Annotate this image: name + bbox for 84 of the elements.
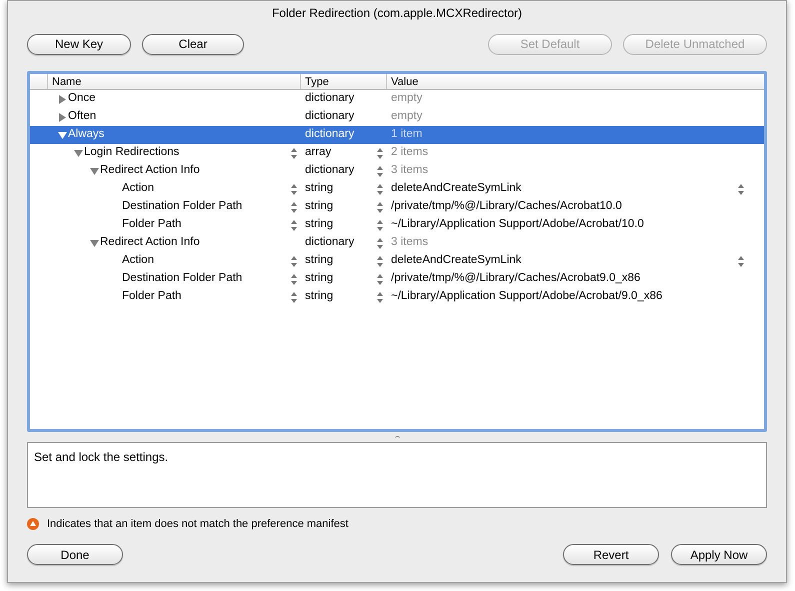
key-name: Destination Folder Path	[122, 271, 242, 286]
key-value: 2 items	[391, 145, 428, 160]
key-value: empty	[391, 91, 422, 106]
key-name: Folder Path	[122, 289, 182, 304]
outline-row[interactable]: Redirect Action Info dictionary 3 items	[30, 162, 764, 180]
type-stepper[interactable]	[377, 202, 383, 212]
column-header[interactable]: Value	[387, 74, 764, 89]
key-name: Once	[68, 91, 96, 106]
outline-row[interactable]: Action string deleteAndCreateSymLink	[30, 252, 764, 270]
value-popup[interactable]	[738, 256, 744, 266]
push-button[interactable]: New Key	[27, 34, 131, 54]
key-value: ~/Library/Application Support/Adobe/Acrobat/9.0_x86	[391, 289, 662, 304]
outline-row[interactable]: Always dictionary 1 item	[30, 126, 764, 144]
type-stepper[interactable]	[377, 148, 383, 158]
key-type: string	[305, 289, 334, 304]
column-header[interactable]: Type	[301, 74, 387, 89]
name-stepper[interactable]	[291, 202, 297, 212]
key-name: Action	[122, 253, 154, 268]
outline-row[interactable]: Redirect Action Info dictionary 3 items	[30, 234, 764, 252]
key-value: 1 item	[391, 127, 422, 142]
outline-row[interactable]: Folder Path string ~/Library/Application Support/Adobe/Acrobat/9.0_x86	[30, 288, 764, 306]
type-stepper[interactable]	[377, 292, 383, 302]
outline-row[interactable]: Often dictionary empty	[30, 108, 764, 126]
name-stepper[interactable]	[291, 184, 297, 194]
key-type: string	[305, 253, 334, 268]
description-text: Set and lock the settings.	[34, 450, 168, 464]
key-value: deleteAndCreateSymLink	[391, 253, 522, 268]
key-name: Always	[68, 127, 104, 142]
key-name: Action	[122, 181, 154, 196]
type-stepper[interactable]	[377, 238, 383, 248]
key-value: 3 items	[391, 163, 428, 178]
key-name: Redirect Action Info	[100, 235, 200, 250]
outline-row[interactable]: Action string deleteAndCreateSymLink	[30, 180, 764, 198]
disclosure-triangle-icon[interactable]	[58, 94, 67, 104]
disclosure-triangle-icon[interactable]	[90, 166, 99, 176]
key-value: empty	[391, 109, 422, 124]
key-value: /private/tmp/%@/Library/Caches/Acrobat10.0	[391, 199, 622, 214]
warning-icon	[27, 518, 39, 530]
outline-row[interactable]: Login Redirections array 2 items	[30, 144, 764, 162]
key-name: Redirect Action Info	[100, 163, 200, 178]
key-type: dictionary	[305, 235, 354, 250]
disclosure-triangle-icon[interactable]	[74, 148, 83, 158]
window-title: Folder Redirection (com.apple.MCXRedirector)	[272, 5, 522, 22]
name-stepper[interactable]	[291, 274, 297, 284]
name-stepper[interactable]	[291, 148, 297, 158]
key-type: string	[305, 271, 334, 286]
key-value: /private/tmp/%@/Library/Caches/Acrobat9.0_x86	[391, 271, 640, 286]
key-type: dictionary	[305, 163, 354, 178]
name-stepper[interactable]	[291, 256, 297, 266]
key-type: dictionary	[305, 91, 354, 106]
type-stepper[interactable]	[377, 274, 383, 284]
column-header[interactable]: Name	[48, 74, 301, 89]
outline-row[interactable]: Once dictionary empty	[30, 90, 764, 108]
key-type: dictionary	[305, 109, 354, 124]
key-value: ~/Library/Application Support/Adobe/Acrobat/10.0	[391, 217, 644, 232]
value-popup[interactable]	[738, 184, 744, 194]
key-value: 3 items	[391, 235, 428, 250]
key-value: deleteAndCreateSymLink	[391, 181, 522, 196]
push-button[interactable]: Clear	[142, 34, 244, 54]
type-stepper[interactable]	[377, 220, 383, 230]
legend-text: Indicates that an item does not match the preference manifest	[47, 516, 348, 532]
name-stepper[interactable]	[291, 220, 297, 230]
push-button[interactable]: Done	[27, 544, 123, 565]
push-button[interactable]: Revert	[563, 544, 659, 565]
key-name: Destination Folder Path	[122, 199, 242, 214]
push-button[interactable]: Apply Now	[671, 544, 767, 565]
key-type: string	[305, 199, 334, 214]
disclosure-triangle-icon[interactable]	[58, 112, 67, 122]
disclosure-triangle-icon[interactable]	[90, 238, 99, 248]
outline-row[interactable]: Destination Folder Path string /private/tmp/%@/Library/Caches/Acrobat9.0_x86	[30, 270, 764, 288]
disclosure-triangle-icon[interactable]	[58, 130, 67, 140]
key-name: Folder Path	[122, 217, 182, 232]
key-type: string	[305, 181, 334, 196]
key-type: string	[305, 217, 334, 232]
type-stepper[interactable]	[377, 166, 383, 176]
key-type: array	[305, 145, 332, 160]
key-name: Login Redirections	[84, 145, 180, 160]
key-name: Often	[68, 109, 96, 124]
outline-row[interactable]: Folder Path string ~/Library/Application Support/Adobe/Acrobat/10.0	[30, 216, 764, 234]
type-stepper[interactable]	[377, 184, 383, 194]
outline-row[interactable]: Destination Folder Path string /private/tmp/%@/Library/Caches/Acrobat10.0	[30, 198, 764, 216]
type-stepper[interactable]	[377, 256, 383, 266]
key-type: dictionary	[305, 127, 354, 142]
name-stepper[interactable]	[291, 292, 297, 302]
